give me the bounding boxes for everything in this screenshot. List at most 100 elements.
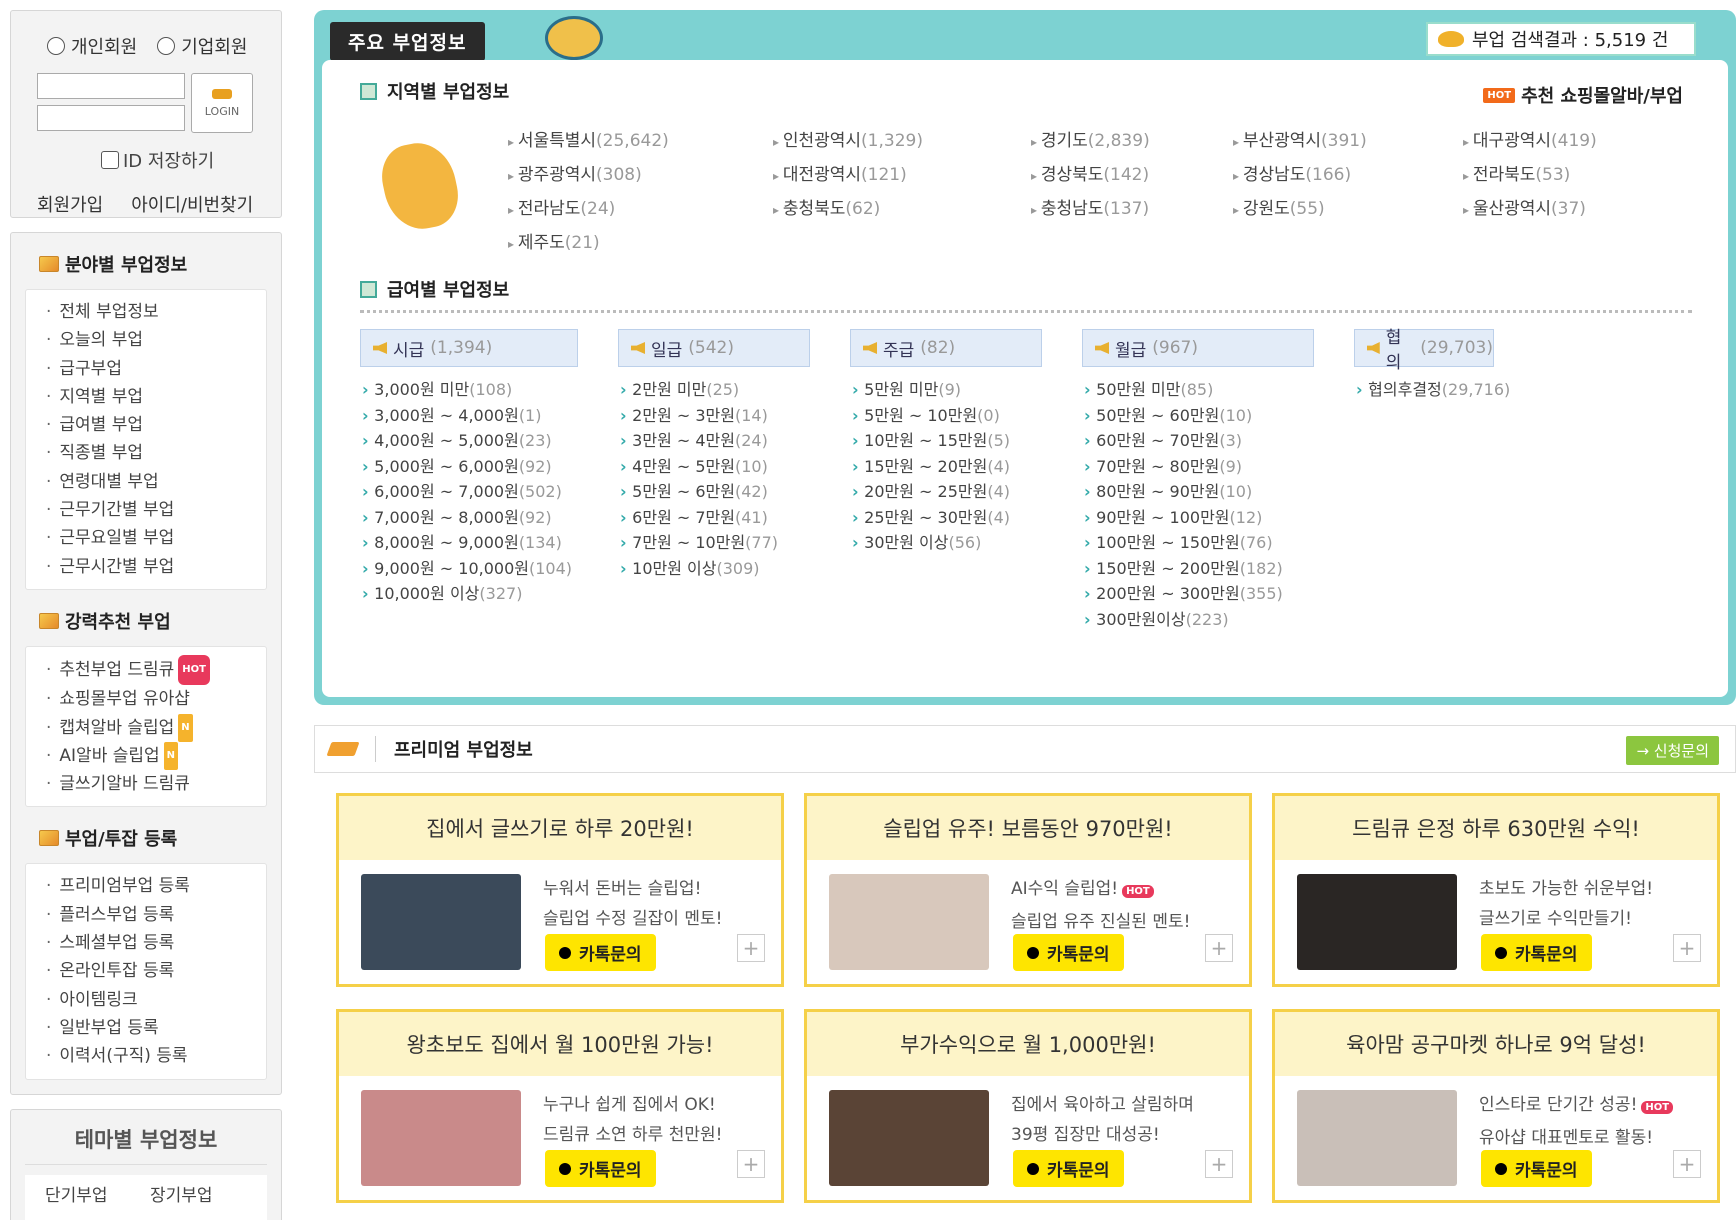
register-item[interactable]: 프리미엄부업 등록 (46, 872, 266, 900)
premium-card[interactable]: 육아맘 공구마켓 하나로 9억 달성! 인스타로 단기간 성공! HOT 유아샵 대표… (1272, 1009, 1720, 1203)
pay-item[interactable]: 50만원 ~ 60만원(10) (1084, 403, 1354, 429)
field-item[interactable]: 근무요일별 부업 (46, 524, 266, 552)
premium-card[interactable]: 드림큐 은정 하루 630만원 수익! 초보도 가능한 쉬운부업! 글쓰기로 수익만… (1272, 793, 1720, 987)
field-item[interactable]: 직종별 부업 (46, 439, 266, 467)
pay-item[interactable]: 300만원이상(223) (1084, 607, 1354, 633)
pay-item[interactable]: 5만원 ~ 6만원(42) (620, 479, 850, 505)
region-item[interactable]: 전라북도(53) (1463, 160, 1663, 185)
register-item[interactable]: 아이템링크 (46, 986, 266, 1014)
strong-item[interactable]: 추천부업 드림큐HOT (46, 654, 266, 686)
pay-item[interactable]: 25만원 ~ 30만원(4) (852, 505, 1082, 531)
field-item[interactable]: 오늘의 부업 (46, 326, 266, 354)
pay-item[interactable]: 20만원 ~ 25만원(4) (852, 479, 1082, 505)
pay-item[interactable]: 7,000원 ~ 8,000원(92) (362, 505, 618, 531)
password-input[interactable] (37, 105, 185, 131)
radio-circle-icon[interactable] (157, 37, 176, 55)
field-item[interactable]: 근무시간별 부업 (46, 553, 266, 581)
premium-card[interactable]: 집에서 글쓰기로 하루 20만원! 누워서 돈버는 슬립업! 슬립업 수정 길잡이 … (336, 793, 784, 987)
region-item[interactable]: 광주광역시(308) (508, 160, 773, 185)
plus-icon[interactable]: + (1673, 934, 1701, 962)
pay-item[interactable]: 6,000원 ~ 7,000원(502) (362, 479, 618, 505)
region-item[interactable]: 대전광역시(121) (773, 160, 1031, 185)
field-item[interactable]: 지역별 부업 (46, 383, 266, 411)
radio-personal[interactable]: 개인회원 (47, 33, 137, 59)
field-item[interactable]: 근무기간별 부업 (46, 496, 266, 524)
region-item[interactable]: 경상남도(166) (1233, 160, 1463, 185)
radio-company[interactable]: 기업회원 (157, 33, 248, 59)
pay-item[interactable]: 60만원 ~ 70만원(3) (1084, 428, 1354, 454)
pay-item[interactable]: 9,000원 ~ 10,000원(104) (362, 556, 618, 582)
region-item[interactable]: 경기도(2,839) (1031, 126, 1233, 151)
radio-circle-icon[interactable] (47, 37, 65, 55)
register-item[interactable]: 온라인투잡 등록 (46, 957, 266, 985)
plus-icon[interactable]: + (737, 934, 765, 962)
pay-item[interactable]: 4만원 ~ 5만원(10) (620, 454, 850, 480)
region-item[interactable]: 강원도(55) (1233, 194, 1463, 219)
register-item[interactable]: 이력서(구직) 등록 (46, 1042, 266, 1070)
kakao-inquiry-button[interactable]: 카톡문의 (1481, 1150, 1592, 1187)
plus-icon[interactable]: + (1673, 1150, 1701, 1178)
pay-item[interactable]: 30만원 이상(56) (852, 530, 1082, 556)
theme-item[interactable]: 장기부업 (150, 1181, 255, 1206)
region-item[interactable]: 인천광역시(1,329) (773, 126, 1031, 151)
find-account-link[interactable]: 아이디/비번찾기 (131, 191, 253, 217)
kakao-inquiry-button[interactable]: 카톡문의 (1481, 934, 1592, 971)
pay-type-chip[interactable]: 주급 (82) (850, 329, 1042, 367)
strong-item[interactable]: 쇼핑몰부업 유아샵 (46, 685, 266, 713)
save-id-checkbox[interactable]: ID 저장하기 (101, 147, 259, 173)
plus-icon[interactable]: + (1205, 934, 1233, 962)
pay-item[interactable]: 15만원 ~ 20만원(4) (852, 454, 1082, 480)
pay-item[interactable]: 3,000원 미만(108) (362, 377, 618, 403)
premium-card[interactable]: 왕초보도 집에서 월 100만원 가능! 누구나 쉽게 집에서 OK! 드림큐 소연… (336, 1009, 784, 1203)
pay-item[interactable]: 8,000원 ~ 9,000원(134) (362, 530, 618, 556)
region-item[interactable]: 울산광역시(37) (1463, 194, 1663, 219)
pay-item[interactable]: 80만원 ~ 90만원(10) (1084, 479, 1354, 505)
strong-item[interactable]: 글쓰기알바 드림큐 (46, 770, 266, 798)
pay-item[interactable]: 5,000원 ~ 6,000원(92) (362, 454, 618, 480)
pay-item[interactable]: 90만원 ~ 100만원(12) (1084, 505, 1354, 531)
join-link[interactable]: 회원가입 (37, 191, 103, 217)
checkbox-icon[interactable] (101, 151, 119, 169)
kakao-inquiry-button[interactable]: 카톡문의 (1013, 1150, 1124, 1187)
field-item[interactable]: 전체 부업정보 (46, 298, 266, 326)
pay-item[interactable]: 10,000원 이상(327) (362, 581, 618, 607)
region-item[interactable]: 제주도(21) (508, 228, 773, 253)
pay-item[interactable]: 10만원 ~ 15만원(5) (852, 428, 1082, 454)
pay-item[interactable]: 6만원 ~ 7만원(41) (620, 505, 850, 531)
region-item[interactable]: 전라남도(24) (508, 194, 773, 219)
region-item[interactable]: 대구광역시(419) (1463, 126, 1663, 151)
register-item[interactable]: 스페셜부업 등록 (46, 929, 266, 957)
pay-item[interactable]: 100만원 ~ 150만원(76) (1084, 530, 1354, 556)
theme-item[interactable]: 단기부업 (45, 1181, 150, 1206)
field-item[interactable]: 급구부업 (46, 355, 266, 383)
login-button[interactable]: LOGIN (191, 73, 253, 133)
register-item[interactable]: 플러스부업 등록 (46, 901, 266, 929)
pay-type-chip[interactable]: 협의 (29,703) (1354, 328, 1494, 373)
premium-card[interactable]: 부가수익으로 월 1,000만원! 집에서 육아하고 살림하며 39평 집장만 대성… (804, 1009, 1252, 1203)
pay-item[interactable]: 2만원 ~ 3만원(14) (620, 403, 850, 429)
plus-icon[interactable]: + (737, 1150, 765, 1178)
register-item[interactable]: 일반부업 등록 (46, 1014, 266, 1042)
pay-item[interactable]: 200만원 ~ 300만원(355) (1084, 581, 1354, 607)
region-item[interactable]: 서울특별시(25,642) (508, 126, 773, 151)
plus-icon[interactable]: + (1205, 1150, 1233, 1178)
strong-item[interactable]: AI알바 슬립업N (46, 741, 266, 771)
pay-item[interactable]: 4,000원 ~ 5,000원(23) (362, 428, 618, 454)
strong-item[interactable]: 캡쳐알바 슬립업N (46, 713, 266, 742)
premium-card[interactable]: 슬립업 유주! 보름동안 970만원! AI수익 슬립업! HOT 슬립업 유주 진실… (804, 793, 1252, 987)
pay-type-chip[interactable]: 시급 (1,394) (360, 329, 578, 367)
region-item[interactable]: 충청북도(62) (773, 194, 1031, 219)
region-item[interactable]: 경상북도(142) (1031, 160, 1233, 185)
pay-item[interactable]: 10만원 이상(309) (620, 556, 850, 582)
pay-type-chip[interactable]: 일급 (542) (618, 329, 810, 367)
pay-item[interactable]: 3만원 ~ 4만원(24) (620, 428, 850, 454)
field-item[interactable]: 연령대별 부업 (46, 468, 266, 496)
pay-item[interactable]: 협의후결정(29,716) (1356, 377, 1534, 403)
kakao-inquiry-button[interactable]: 카톡문의 (1013, 934, 1124, 971)
region-item[interactable]: 부산광역시(391) (1233, 126, 1463, 151)
hot-recommend-link[interactable]: HOT 추천 쇼핑몰알바/부업 (1483, 82, 1683, 108)
kakao-inquiry-button[interactable]: 카톡문의 (545, 934, 656, 971)
region-item[interactable]: 충청남도(137) (1031, 194, 1233, 219)
pay-item[interactable]: 5만원 ~ 10만원(0) (852, 403, 1082, 429)
apply-button[interactable]: → 신청문의 (1626, 736, 1719, 765)
